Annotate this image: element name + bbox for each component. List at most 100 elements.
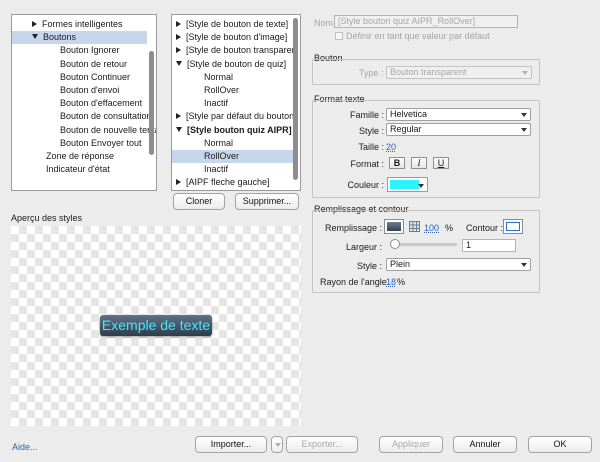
export-button[interactable]: Exporter...: [286, 436, 358, 453]
style-list-item-label: [AIPF fleche gauche]: [186, 177, 270, 188]
grid-icon[interactable]: [409, 221, 420, 232]
width-slider-handle[interactable]: [390, 239, 400, 249]
style-category-item[interactable]: Bouton Continuer: [12, 71, 130, 84]
cancel-button[interactable]: Annuler: [453, 436, 517, 453]
style-category-item[interactable]: Bouton Ignorer: [12, 44, 120, 57]
style-category-item-label: Bouton de nouvelle tentative: [60, 124, 156, 135]
font-style-select[interactable]: Regular: [386, 123, 531, 136]
style-category-item[interactable]: Boutons: [12, 31, 147, 45]
style-category-item[interactable]: Indicateur d'état: [12, 163, 110, 176]
style-category-item-label: Bouton Continuer: [60, 71, 131, 82]
disclosure-collapsed-icon[interactable]: [176, 34, 181, 41]
ok-button[interactable]: OK: [528, 436, 592, 453]
style-list-item-label: [Style de bouton de quiz]: [187, 58, 287, 69]
style-list-item-label: Inactif: [204, 98, 229, 109]
format-label: Format :: [350, 159, 384, 169]
style-list-item-label: Normal: [204, 137, 234, 148]
disclosure-collapsed-icon[interactable]: [176, 21, 181, 27]
style-list-item-label: [Style bouton quiz AIPR]: [187, 124, 292, 135]
delete-button[interactable]: Supprimer...: [235, 193, 299, 210]
style-list-item[interactable]: [Style de bouton de texte]: [172, 18, 293, 31]
disclosure-collapsed-icon[interactable]: [176, 113, 181, 120]
style-list-item[interactable]: [Style de bouton de quiz]: [172, 58, 293, 71]
italic-button[interactable]: I: [411, 157, 427, 169]
width-label: Largeur :: [345, 242, 382, 252]
default-checkbox-label: Définir en tant que valeur par défaut: [346, 31, 490, 41]
style-list-item[interactable]: Inactif: [172, 163, 293, 176]
fill-opacity-value[interactable]: 100: [424, 223, 439, 233]
font-size-value[interactable]: 20: [386, 142, 396, 152]
style-category-item[interactable]: Zone de réponse: [12, 150, 114, 163]
style-category-item[interactable]: Bouton de retour: [12, 58, 127, 71]
clone-button[interactable]: Cloner: [173, 193, 225, 210]
button-type-select[interactable]: Bouton transparent: [386, 66, 532, 79]
help-link[interactable]: Aide...: [12, 442, 38, 452]
import-button[interactable]: Importer...: [195, 436, 267, 453]
style-name-field[interactable]: [Style bouton quiz AIPR_RollOver]: [334, 15, 518, 28]
chevron-down-icon: [522, 71, 528, 75]
style-list-item-label: Normal: [204, 71, 234, 82]
chevron-down-icon: [521, 113, 527, 117]
stroke-style-value: Plein: [390, 259, 411, 269]
style-list-item[interactable]: RollOver: [172, 150, 293, 163]
export-menu-button[interactable]: [271, 436, 283, 453]
underline-button[interactable]: U: [433, 157, 449, 169]
button-type-value: Bouton transparent: [390, 67, 467, 77]
stroke-label: Contour :: [466, 223, 504, 233]
preview-label: Aperçu des styles: [11, 213, 83, 223]
disclosure-collapsed-icon[interactable]: [176, 179, 181, 186]
style-list-item[interactable]: Normal: [172, 137, 293, 150]
style-category-item[interactable]: Bouton de nouvelle tentative: [12, 124, 156, 137]
style-list-item[interactable]: Inactif: [172, 97, 293, 110]
style-category-item[interactable]: Formes intelligentes: [12, 18, 123, 31]
disclosure-expanded-icon[interactable]: [32, 34, 38, 40]
style-category-item-label: Bouton Ignorer: [60, 45, 120, 56]
disclosure-expanded-icon[interactable]: [176, 126, 182, 132]
width-slider[interactable]: [390, 239, 457, 249]
chevron-down-icon: [275, 443, 281, 447]
bold-button[interactable]: B: [389, 157, 405, 169]
text-color-swatch: [390, 180, 419, 189]
style-list-item[interactable]: [Style de bouton transparent]: [172, 44, 293, 57]
style-list-item[interactable]: [Style de bouton d'image]: [172, 31, 293, 44]
stroke-style-label: Style :: [356, 261, 382, 271]
style-list-item-label: [Style de bouton d'image]: [186, 32, 288, 43]
style-list-item-label: RollOver: [204, 151, 240, 161]
style-category-item-label: Bouton Envoyer tout: [60, 137, 142, 148]
text-color-picker[interactable]: [387, 177, 428, 192]
style-category-item-label: Bouton de retour: [60, 58, 128, 69]
disclosure-expanded-icon[interactable]: [176, 60, 182, 66]
fill-color-picker[interactable]: [384, 219, 404, 234]
default-checkbox[interactable]: [335, 32, 343, 40]
style-list-tree[interactable]: [Style de bouton de texte] [Style de bout…: [171, 14, 301, 191]
style-category-item[interactable]: Bouton d'effacement: [12, 97, 142, 110]
sample-button-preview: Exemple de texte: [100, 315, 212, 336]
style-list-item[interactable]: Normal: [172, 71, 293, 84]
text-color-label: Couleur :: [347, 180, 384, 190]
stroke-color-picker[interactable]: [503, 219, 523, 234]
style-category-item-label: Bouton d'effacement: [60, 98, 143, 109]
stroke-style-select[interactable]: Plein: [386, 258, 531, 271]
disclosure-collapsed-icon[interactable]: [32, 21, 37, 27]
style-category-item[interactable]: Bouton Envoyer tout: [12, 137, 142, 150]
corner-radius-value[interactable]: 18: [386, 277, 396, 287]
style-category-item[interactable]: Bouton d'envoi: [12, 84, 119, 97]
disclosure-collapsed-icon[interactable]: [176, 47, 181, 54]
style-list-item[interactable]: [AIPF fleche gauche]: [172, 176, 293, 189]
vertical-scrollbar[interactable]: [149, 51, 154, 155]
style-list-item[interactable]: [Style bouton quiz AIPR]: [172, 124, 293, 137]
vertical-scrollbar[interactable]: [293, 18, 298, 180]
style-list-item[interactable]: [Style par défaut du bouton]: [172, 110, 293, 123]
style-category-item-label: Zone de réponse: [46, 151, 115, 161]
apply-button[interactable]: Appliquer: [379, 436, 443, 453]
style-category-item[interactable]: Bouton de consultation: [12, 110, 152, 123]
font-family-select[interactable]: Helvetica: [386, 108, 531, 121]
style-preview-canvas: Exemple de texte: [11, 226, 301, 426]
style-category-tree[interactable]: Formes intelligentes Boutons Bouton Ignore…: [11, 14, 157, 191]
style-list-item-label: [Style de bouton de texte]: [186, 19, 289, 29]
width-input[interactable]: 1: [462, 239, 516, 252]
style-category-item-label: Formes intelligentes: [42, 19, 123, 29]
style-list-item-label: RollOver: [204, 85, 240, 95]
font-style-value: Regular: [390, 124, 422, 134]
style-list-item[interactable]: RollOver: [172, 84, 293, 97]
